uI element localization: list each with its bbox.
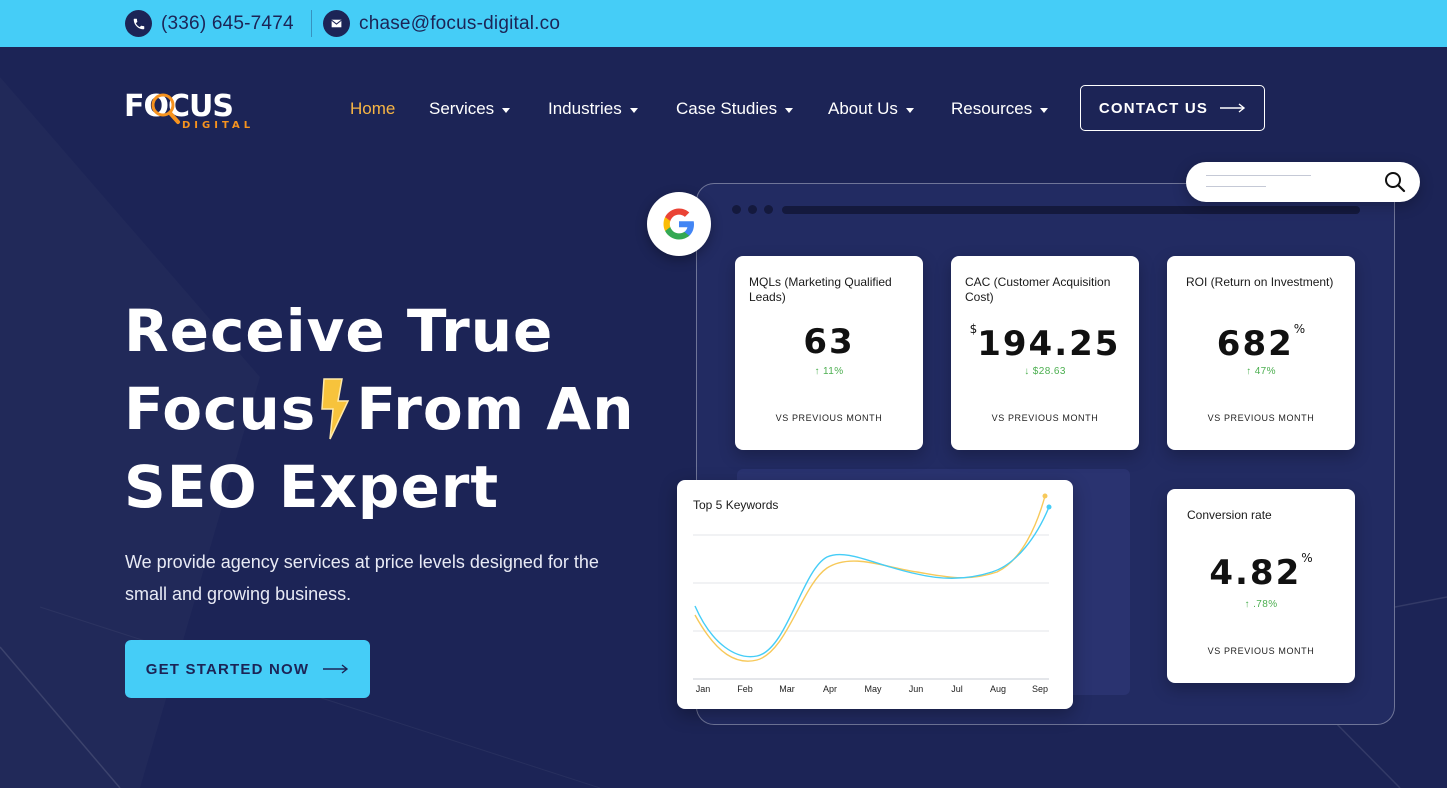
metric-card-conversion-rate: Conversion rate 4.82% ↑ .78% VS PREVIOUS… <box>1167 489 1355 683</box>
top-keywords-chart-card: Top 5 Keywords Jan Feb Mar Apr May Jun J… <box>677 480 1073 709</box>
metric-delta: ↑ 47% <box>1246 366 1276 377</box>
hero-line-1: Receive True <box>124 297 554 365</box>
search-icon <box>1385 172 1406 193</box>
arrow-right-icon <box>1220 103 1246 113</box>
top-contact-bar: (336) 645-7474 chase@focus-digital.co <box>0 0 1447 47</box>
hero-line-3: SEO Expert <box>124 453 500 521</box>
metric-card-roi: ROI (Return on Investment) 682% ↑ 47% VS… <box>1167 256 1355 450</box>
nav-resources-label: Resources <box>951 99 1033 118</box>
window-dot <box>732 205 741 214</box>
phone-icon <box>125 10 152 37</box>
nav-industries[interactable]: Industries <box>548 98 638 120</box>
month-label: May <box>864 684 882 694</box>
nav-home-label: Home <box>350 99 396 118</box>
metric-title: ROI (Return on Investment) <box>1186 275 1334 289</box>
month-label: Aug <box>990 684 1006 694</box>
month-label: Mar <box>779 684 795 694</box>
month-label: Jun <box>909 684 924 694</box>
arrow-right-icon <box>323 664 349 674</box>
metric-delta: ↑ .78% <box>1244 599 1278 610</box>
month-label: Jul <box>951 684 963 694</box>
google-logo-badge <box>647 192 711 256</box>
caret-down-icon <box>785 107 794 113</box>
series-end-point <box>1042 493 1048 499</box>
metric-value: $194.25 <box>969 322 1121 364</box>
mail-icon <box>323 10 350 37</box>
nav-case-studies-label: Case Studies <box>676 99 778 118</box>
hero-line-2b: From An <box>356 375 635 443</box>
nav-industries-label: Industries <box>548 99 622 118</box>
nav-services-label: Services <box>429 99 495 118</box>
search-placeholder-line <box>1206 186 1266 187</box>
metric-delta: ↓ $28.63 <box>1024 366 1066 377</box>
nav-services[interactable]: Services <box>429 98 511 120</box>
hero-line-2: Focus From An <box>124 370 664 448</box>
metric-footer: VS PREVIOUS MONTH <box>775 413 883 423</box>
metric-footer: VS PREVIOUS MONTH <box>1207 646 1315 656</box>
metric-value: 63 <box>803 322 855 362</box>
logo-subtitle: DIGITAL <box>182 120 252 130</box>
metric-footer: VS PREVIOUS MONTH <box>991 413 1099 423</box>
topbar-divider <box>311 10 312 37</box>
caret-down-icon <box>502 107 511 113</box>
metric-title: CAC (Customer Acquisition Cost) <box>965 275 1111 304</box>
window-address-bar <box>782 206 1360 214</box>
series-line-blue <box>694 506 1050 658</box>
nav-case-studies[interactable]: Case Studies <box>676 98 794 120</box>
nav-home[interactable]: Home <box>350 98 395 120</box>
metric-footer: VS PREVIOUS MONTH <box>1207 413 1315 423</box>
phone-number: (336) 645-7474 <box>161 12 294 34</box>
month-label: Feb <box>737 684 753 694</box>
email-address: chase@focus-digital.co <box>359 12 561 34</box>
series-line-yellow <box>694 495 1046 662</box>
nav-about-us[interactable]: About Us <box>828 98 914 120</box>
month-label: Sep <box>1032 684 1048 694</box>
metric-delta: ↑ 11% <box>814 366 844 377</box>
window-dot <box>764 205 773 214</box>
metric-card-mqls: MQLs (Marketing Qualified Leads) 63 ↑ 11… <box>735 256 923 450</box>
window-dot <box>748 205 757 214</box>
metric-card-cac: CAC (Customer Acquisition Cost) $194.25 … <box>951 256 1139 450</box>
get-started-label: GET STARTED NOW <box>145 660 310 678</box>
month-label: Apr <box>823 684 837 694</box>
phone-link[interactable]: (336) 645-7474 <box>125 10 294 37</box>
metric-value: 4.82% <box>1209 551 1313 593</box>
keywords-line-chart: Jan Feb Mar Apr May Jun Jul Aug Sep <box>693 493 1052 694</box>
caret-down-icon <box>629 107 638 113</box>
caret-down-icon <box>1040 107 1049 113</box>
hero-line-2a: Focus <box>124 375 317 443</box>
nav-about-us-label: About Us <box>828 99 898 118</box>
metric-title: Conversion rate <box>1187 508 1272 522</box>
metric-title: MQLs (Marketing Qualified Leads) <box>749 275 892 304</box>
month-label: Jan <box>696 684 711 694</box>
contact-us-label: CONTACT US <box>1098 99 1209 117</box>
search-pill <box>1186 162 1420 202</box>
search-placeholder-line <box>1206 175 1311 176</box>
hero-heading: Receive True Focus From An SEO Expert <box>124 292 664 526</box>
caret-down-icon <box>905 107 914 113</box>
logo-word: FOCUS <box>124 89 233 124</box>
contact-us-button[interactable]: CONTACT US <box>1080 85 1265 131</box>
nav-resources[interactable]: Resources <box>951 98 1049 120</box>
email-link[interactable]: chase@focus-digital.co <box>323 10 560 37</box>
series-end-point <box>1046 504 1052 510</box>
lightning-bolt-icon <box>321 378 350 440</box>
metric-value: 682% <box>1216 322 1306 364</box>
get-started-button[interactable]: GET STARTED NOW <box>125 640 370 698</box>
brand-logo[interactable]: FOCUS DIGITAL <box>124 86 252 131</box>
hero-subtitle: We provide agency services at price leve… <box>125 552 599 604</box>
google-icon <box>663 208 694 240</box>
